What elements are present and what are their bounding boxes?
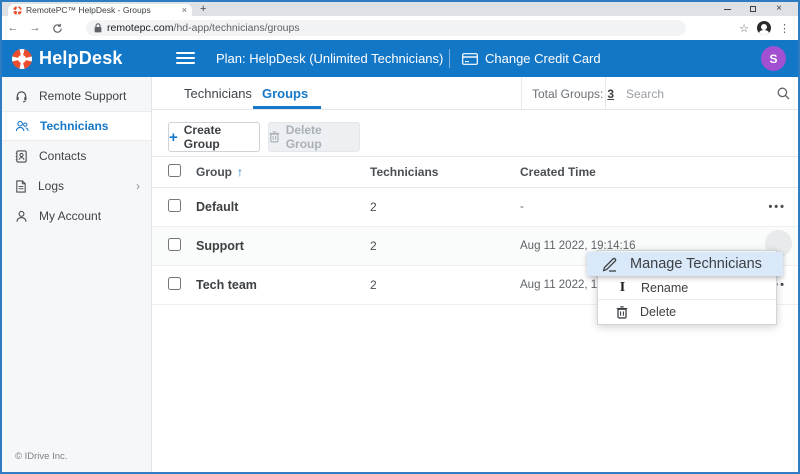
app-header: HelpDesk Plan: HelpDesk (Unlimited Techn… [2,40,798,77]
row-checkbox[interactable] [168,199,181,212]
window-minimize-button[interactable] [716,2,738,16]
back-icon[interactable]: ← [2,22,24,34]
menu-item-delete[interactable]: Delete [598,300,776,324]
bookmark-icon[interactable]: ☆ [739,22,749,35]
search-box [614,77,800,110]
brand-name: HelpDesk [39,48,123,69]
technicians-icon [15,120,29,133]
favicon [13,6,22,15]
column-header-group[interactable]: Group↑ [196,165,243,179]
trash-icon [269,131,280,143]
search-input[interactable] [614,87,764,101]
sidebar: Remote Support Technicians Contacts Logs… [2,77,152,472]
forward-icon[interactable]: → [24,22,46,34]
change-credit-card-button[interactable]: Change Credit Card [462,40,601,77]
contacts-icon [15,150,28,163]
sidebar-item-label: Remote Support [39,89,126,103]
plan-label: Plan: HelpDesk (Unlimited Technicians) [216,40,443,77]
hamburger-menu-icon[interactable] [176,52,195,67]
text-cursor-icon: I [616,280,629,296]
sidebar-item-my-account[interactable]: My Account [2,201,151,231]
technician-count: 2 [370,278,377,292]
table-row[interactable]: Default 2 - ••• [152,188,798,227]
tab-title: RemotePC™ HelpDesk - Groups [26,5,178,15]
tabbar-divider [521,77,522,110]
row-checkbox[interactable] [168,277,181,290]
column-header-created-time[interactable]: Created Time [520,165,596,179]
row-context-menu: Manage Technicians I Rename Delete [597,250,777,325]
url-field[interactable]: remotepc.com/hd-app/technicians/groups [86,20,686,36]
app-logo: HelpDesk [12,40,123,77]
user-icon [15,210,28,223]
group-name: Tech team [196,278,257,292]
delete-group-button[interactable]: Delete Group [268,122,360,152]
sidebar-item-contacts[interactable]: Contacts [2,141,151,171]
plus-icon: + [169,130,178,145]
menu-item-rename[interactable]: I Rename [598,276,776,300]
created-time: - [520,201,524,213]
sidebar-item-remote-support[interactable]: Remote Support [2,81,151,111]
window-maximize-button[interactable] [742,2,764,16]
sidebar-item-label: Contacts [39,149,86,163]
technician-count: 2 [370,239,377,253]
sidebar-item-logs[interactable]: Logs › [2,171,151,201]
column-header-technicians[interactable]: Technicians [370,165,438,179]
group-name: Support [196,239,244,253]
sidebar-item-technicians[interactable]: Technicians [2,111,151,141]
browser-window: RemotePC™ HelpDesk - Groups × + × ← → re… [0,0,800,474]
credit-card-icon [462,53,478,65]
create-group-button[interactable]: + Create Group [168,122,260,152]
select-all-checkbox[interactable] [168,164,181,177]
header-divider [449,49,450,68]
browser-profile-avatar[interactable] [757,21,771,35]
reload-icon[interactable] [46,23,68,34]
copyright-text: © IDrive Inc. [15,451,67,462]
window-close-button[interactable]: × [768,2,790,16]
group-name: Default [196,200,238,214]
user-avatar[interactable]: S [761,46,786,71]
pencil-icon [601,257,618,272]
total-groups-counter: Total Groups:3 [532,77,614,110]
url-text: remotepc.com/hd-app/technicians/groups [107,22,300,34]
table-header: Group↑ Technicians Created Time [152,156,798,188]
row-checkbox[interactable] [168,238,181,251]
table-actions: + Create Group Delete Group [152,110,798,156]
browser-tab[interactable]: RemotePC™ HelpDesk - Groups × [8,4,192,16]
tab-close-icon[interactable]: × [182,6,187,15]
technician-count: 2 [370,200,377,214]
sidebar-item-label: My Account [39,209,101,223]
active-tab-indicator [253,106,321,109]
lock-icon [94,23,102,33]
sidebar-item-label: Technicians [40,119,108,133]
headset-icon [15,90,28,103]
chevron-right-icon: › [136,179,140,193]
sort-ascending-icon: ↑ [237,165,243,179]
menu-item-manage-technicians[interactable]: Manage Technicians [587,252,783,276]
sidebar-item-label: Logs [38,179,64,193]
browser-tab-strip: RemotePC™ HelpDesk - Groups × + × [2,2,798,16]
browser-menu-icon[interactable]: ⋮ [779,22,790,35]
browser-address-bar: ← → remotepc.com/hd-app/technicians/grou… [2,16,798,40]
search-icon[interactable] [777,87,790,100]
trash-icon [616,306,628,319]
helpdesk-logo-icon [12,49,32,69]
new-tab-button[interactable]: + [200,3,206,15]
logs-icon [15,180,27,193]
content-tab-bar: Technicians Groups Total Groups:3 [152,77,798,110]
tab-technicians[interactable]: Technicians [184,77,252,110]
row-menu-icon[interactable]: ••• [768,201,786,213]
